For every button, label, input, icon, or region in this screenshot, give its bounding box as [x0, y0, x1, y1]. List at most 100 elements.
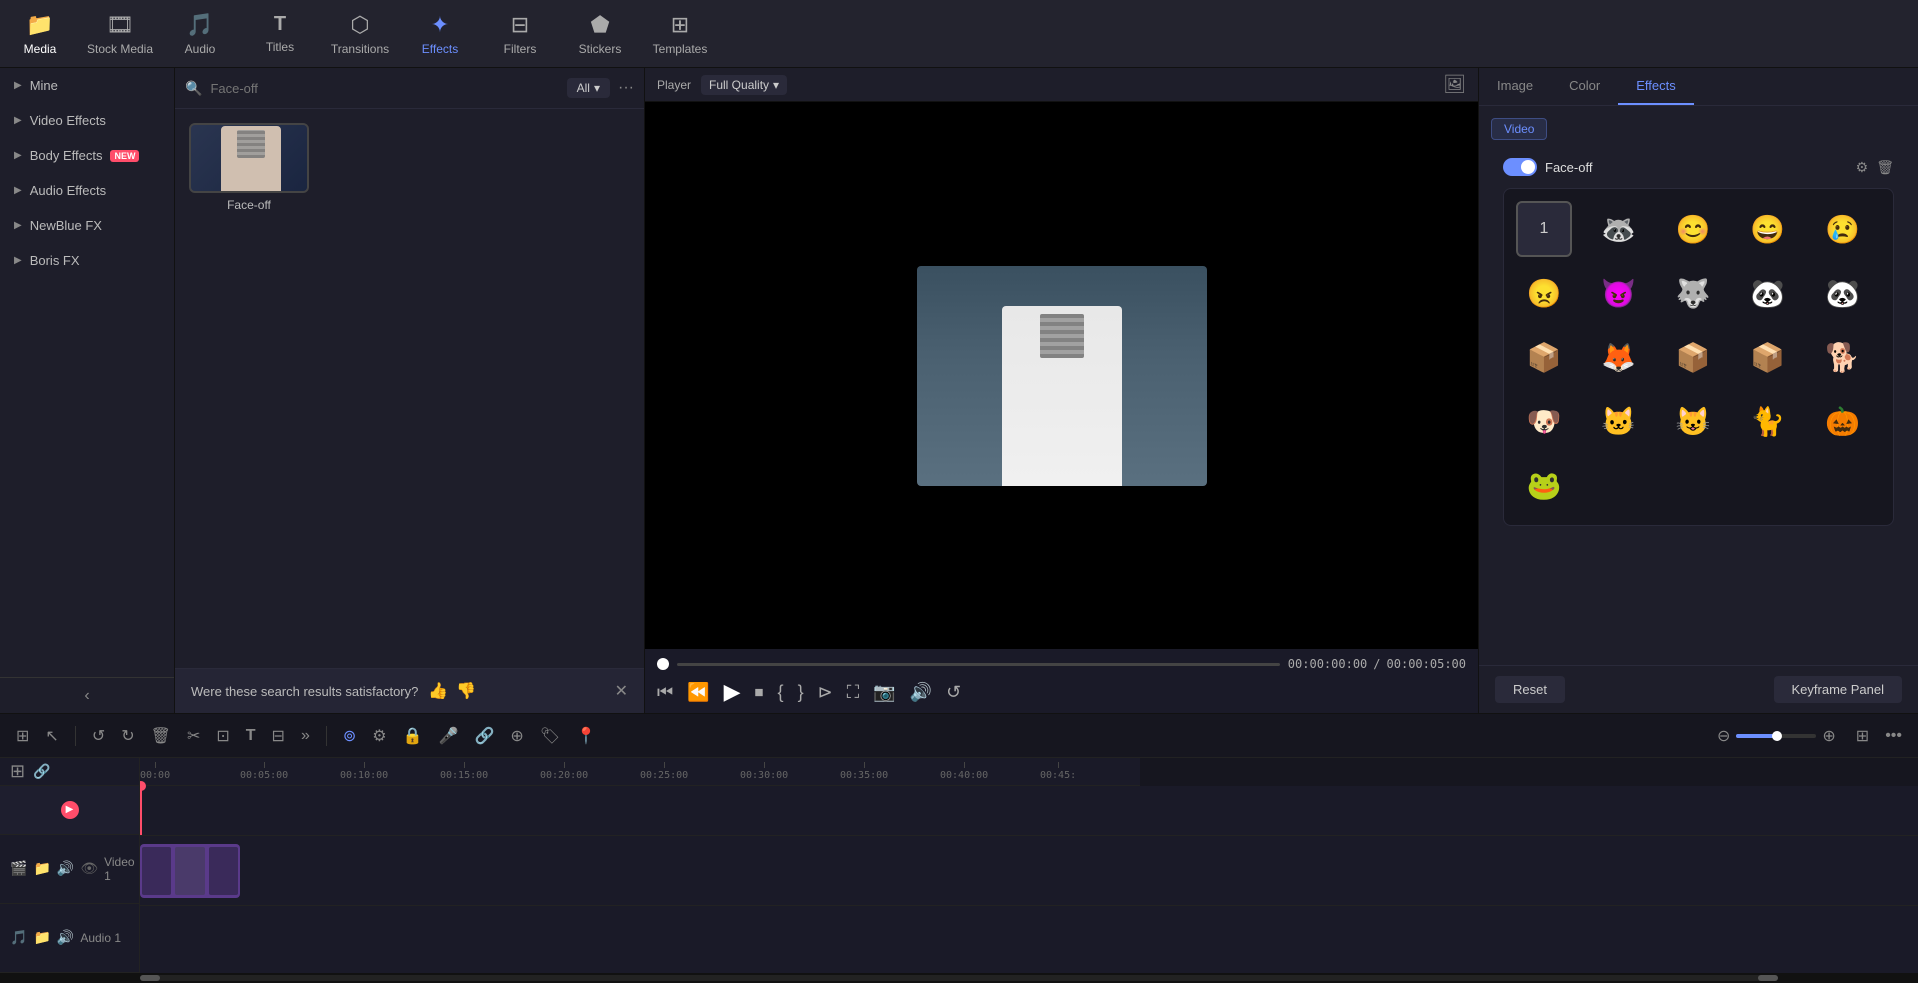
scrollbar-track[interactable] — [140, 975, 1778, 981]
feedback-close-button[interactable]: ✕ — [615, 681, 628, 701]
cut-button[interactable]: ✂ — [183, 722, 204, 750]
playhead[interactable] — [140, 786, 142, 835]
sidebar-item-body-effects[interactable]: ▶ Body Effects NEW — [0, 138, 174, 173]
tab-image[interactable]: Image — [1479, 68, 1551, 105]
add-marker-button[interactable]: 🏷 — [536, 722, 564, 750]
layout-button[interactable]: ⊞ — [1852, 722, 1873, 750]
emoji-cell-smile[interactable]: 😊 — [1665, 201, 1721, 257]
emoji-cell-panda[interactable]: 🐼 — [1740, 265, 1796, 321]
effect-delete-icon[interactable]: 🗑 — [1876, 159, 1894, 176]
emoji-cell-devil-cat[interactable]: 😈 — [1591, 265, 1647, 321]
skip-back-button[interactable]: ⏮ — [657, 682, 673, 703]
track-visibility-icon[interactable]: 👁 — [80, 860, 98, 877]
emoji-cell-cat2[interactable]: 🐈 — [1740, 393, 1796, 449]
zoom-track[interactable] — [1736, 734, 1816, 738]
more-layout-button[interactable]: ••• — [1881, 723, 1906, 749]
keyframe-panel-button[interactable]: Keyframe Panel — [1774, 676, 1903, 703]
toolbar-transitions[interactable]: ⬡ Transitions — [320, 0, 400, 68]
filter-all-button[interactable]: All ▾ — [567, 78, 610, 98]
emoji-cell-white-cat[interactable]: 🐱 — [1591, 393, 1647, 449]
emoji-cell-husky[interactable]: 🐕 — [1814, 329, 1870, 385]
tab-color[interactable]: Color — [1551, 68, 1618, 105]
toolbar-titles[interactable]: T Titles — [240, 0, 320, 68]
delete-button[interactable]: 🗑 — [147, 722, 175, 750]
effect-face-off[interactable]: Face-off — [189, 123, 309, 212]
track-audio-mute-btn[interactable]: 🔊 — [57, 929, 74, 946]
toolbar-stickers[interactable]: ⬟ Stickers — [560, 0, 640, 68]
video-clip[interactable] — [140, 844, 240, 898]
text-tool-button[interactable]: T — [242, 723, 260, 749]
emoji-cell-box3[interactable]: 📦 — [1740, 329, 1796, 385]
zoom-in-button[interactable]: ⊕ — [1822, 726, 1835, 746]
zoom-out-button[interactable]: ⊖ — [1717, 726, 1730, 746]
quality-select[interactable]: Full Quality ▾ — [701, 75, 787, 95]
export-button[interactable]: ⊳ — [818, 682, 833, 703]
mark-in-button[interactable]: { — [778, 682, 784, 703]
effect-settings-icon[interactable]: ⚙ — [1856, 159, 1869, 176]
add-video-track-button[interactable]: ⊞ — [10, 761, 25, 782]
play-button[interactable]: ▶ — [724, 679, 741, 705]
track-video-icon[interactable]: 🎬 — [10, 860, 27, 877]
emoji-cell-frog[interactable]: 🐸 — [1516, 457, 1572, 513]
timeline-content[interactable]: 00:00 00:05:00 00:10:00 00:15:00 00:20:0… — [140, 758, 1918, 973]
sidebar-item-audio-effects[interactable]: ▶ Audio Effects — [0, 173, 174, 208]
motion-track-button[interactable]: 📍 — [572, 722, 600, 750]
fullscreen-button[interactable]: ⛶ — [847, 682, 860, 703]
scrollbar-thumb-left[interactable] — [140, 975, 160, 981]
sidebar-item-mine[interactable]: ▶ Mine — [0, 68, 174, 103]
stop-button[interactable]: ⏹ — [755, 682, 764, 703]
audio-stretch-button[interactable]: 🔒 — [399, 722, 427, 750]
snap-button[interactable]: ⚙ — [368, 722, 390, 750]
redo-button[interactable]: ↻ — [117, 722, 138, 750]
emoji-cell-box2[interactable]: 📦 — [1665, 329, 1721, 385]
track-audio-icon[interactable]: 🎵 — [10, 929, 27, 946]
emoji-cell-raccoon[interactable]: 🦝 — [1591, 201, 1647, 257]
detach-audio-button[interactable]: 🔗 — [470, 722, 498, 750]
emoji-cell-number[interactable]: 1 — [1516, 201, 1572, 257]
sidebar-item-newblue-fx[interactable]: ▶ NewBlue FX — [0, 208, 174, 243]
thumbs-down-icon[interactable]: 👎 — [456, 681, 476, 701]
split-button[interactable]: ⊟ — [268, 722, 289, 750]
emoji-cell-dog[interactable]: 🐶 — [1516, 393, 1572, 449]
mark-out-button[interactable]: } — [798, 682, 804, 703]
emoji-cell-laugh[interactable]: 😄 — [1740, 201, 1796, 257]
panel-collapse-button[interactable]: ‹ — [0, 677, 174, 713]
zoom-thumb[interactable] — [1772, 731, 1782, 741]
step-back-button[interactable]: ⏪ — [687, 682, 709, 703]
emoji-cell-pumpkin[interactable]: 🎃 — [1814, 393, 1870, 449]
emoji-cell-cry[interactable]: 😢 — [1814, 201, 1870, 257]
more-tools-button[interactable]: » — [297, 723, 314, 749]
progress-track[interactable] — [677, 663, 1280, 666]
progress-thumb[interactable] — [657, 658, 669, 670]
volume-button[interactable]: 🔊 — [910, 682, 932, 703]
progress-bar[interactable]: 00:00:00:00 / 00:00:05:00 — [657, 657, 1466, 671]
track-audio-mute-icon[interactable]: 🔊 — [57, 860, 74, 877]
merge-clips-button[interactable]: ⊕ — [506, 722, 527, 750]
tab-effects[interactable]: Effects — [1618, 68, 1694, 105]
track-audio-folder-icon[interactable]: 📁 — [33, 929, 50, 946]
toolbar-filters[interactable]: ⊟ Filters — [480, 0, 560, 68]
emoji-cell-bw-cat[interactable]: 😺 — [1665, 393, 1721, 449]
record-button[interactable]: 🎤 — [435, 722, 463, 750]
select-tool-button[interactable]: ↖ — [41, 722, 62, 750]
emoji-cell-panda2[interactable]: 🐼 — [1814, 265, 1870, 321]
settings-button[interactable]: ↺ — [946, 682, 961, 703]
toolbar-effects[interactable]: ✦ Effects — [400, 0, 480, 68]
track-folder-icon[interactable]: 📁 — [33, 860, 50, 877]
more-options-button[interactable]: ··· — [618, 79, 634, 97]
grid-tool-button[interactable]: ⊞ — [12, 722, 33, 750]
toolbar-stock-media[interactable]: 🎞 Stock Media — [80, 0, 160, 68]
search-input[interactable] — [210, 81, 558, 96]
toolbar-media[interactable]: 📁 Media — [0, 0, 80, 68]
playhead-marker[interactable]: ▶ — [61, 801, 79, 819]
effect-toggle[interactable] — [1503, 158, 1537, 176]
scrollbar-thumb-right[interactable] — [1758, 975, 1778, 981]
emoji-cell-box1[interactable]: 📦 — [1516, 329, 1572, 385]
toolbar-audio[interactable]: 🎵 Audio — [160, 0, 240, 68]
ripple-edit-button[interactable]: ⊚ — [339, 722, 360, 750]
emoji-cell-wolf[interactable]: 🐺 — [1665, 265, 1721, 321]
snapshot-button[interactable]: 📷 — [873, 682, 895, 703]
sidebar-item-video-effects[interactable]: ▶ Video Effects — [0, 103, 174, 138]
emoji-cell-fox[interactable]: 🦊 — [1591, 329, 1647, 385]
reset-button[interactable]: Reset — [1495, 676, 1565, 703]
